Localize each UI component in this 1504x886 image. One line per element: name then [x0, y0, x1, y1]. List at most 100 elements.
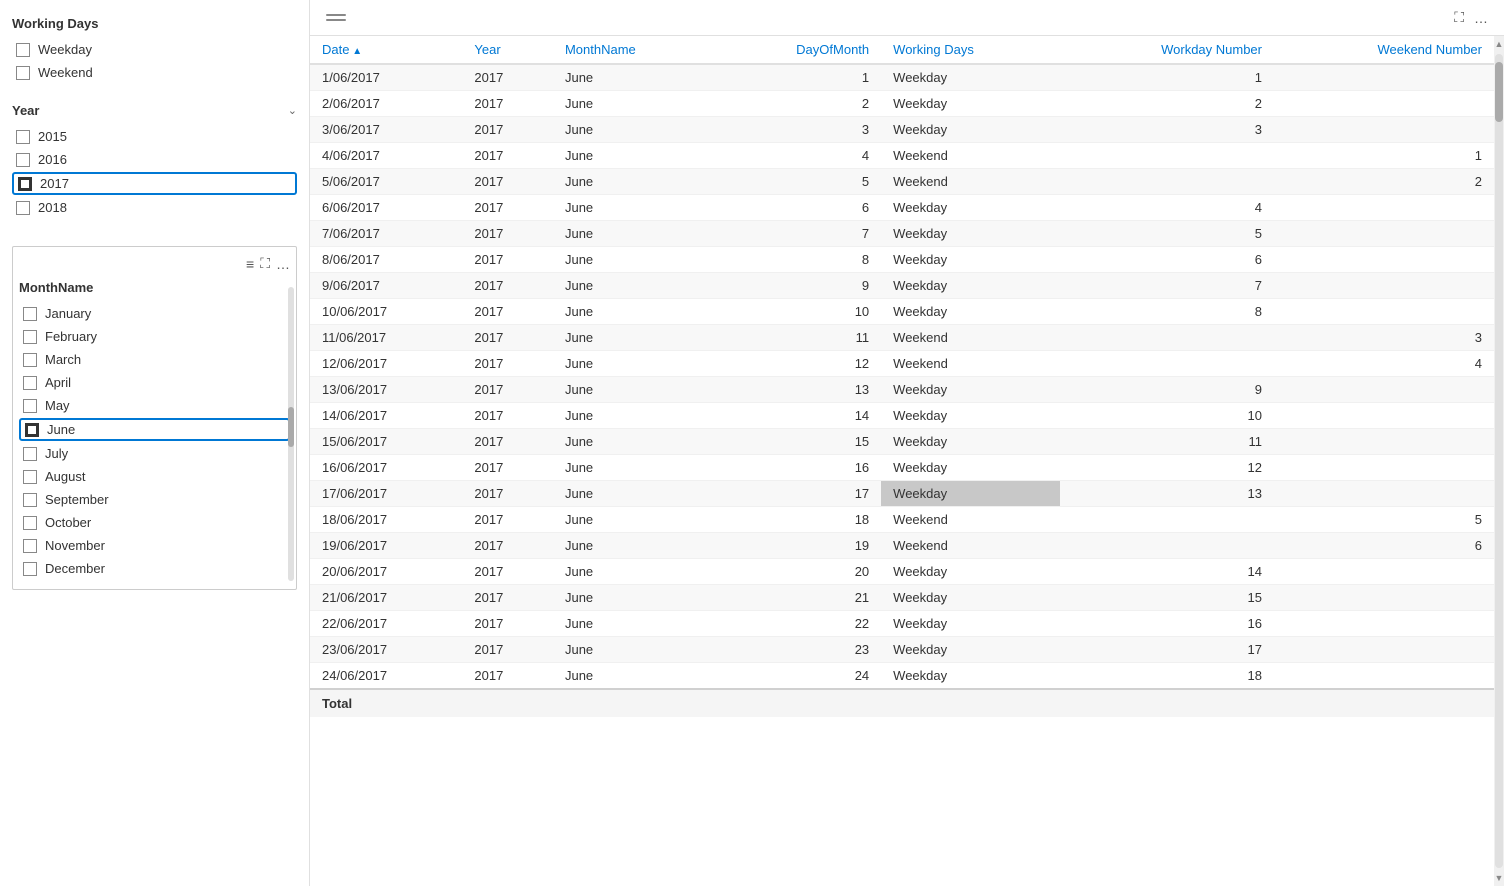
month-july-checkbox[interactable]: [23, 447, 37, 461]
cell-date: 23/06/2017: [310, 637, 462, 663]
cell-workingdays: Weekend: [881, 325, 1060, 351]
month-may-item[interactable]: May: [19, 395, 290, 416]
year-2017-item[interactable]: 2017: [12, 172, 297, 195]
cell-workdaynumber: 2: [1060, 91, 1274, 117]
cell-workingdays: Weekend: [881, 143, 1060, 169]
table-row: 20/06/20172017June20Weekday14: [310, 559, 1494, 585]
month-march-item[interactable]: March: [19, 349, 290, 370]
scrollbar-thumb[interactable]: [1495, 62, 1503, 122]
month-april-checkbox[interactable]: [23, 376, 37, 390]
table-row: 1/06/20172017June1Weekday1: [310, 64, 1494, 91]
cell-date: 6/06/2017: [310, 195, 462, 221]
month-october-checkbox[interactable]: [23, 516, 37, 530]
cell-date: 24/06/2017: [310, 663, 462, 690]
cell-workingdays: Weekday: [881, 64, 1060, 91]
month-october-item[interactable]: October: [19, 512, 290, 533]
month-september-item[interactable]: September: [19, 489, 290, 510]
month-august-item[interactable]: August: [19, 466, 290, 487]
year-2015-item[interactable]: 2015: [12, 126, 297, 147]
expand-visual-icon[interactable]: ⛶: [1454, 9, 1464, 26]
col-header-weekendnumber[interactable]: Weekend Number: [1274, 36, 1494, 64]
cell-dayofmonth: 19: [715, 533, 881, 559]
month-february-label: February: [45, 329, 97, 344]
month-april-item[interactable]: April: [19, 372, 290, 393]
year-filter-header[interactable]: Year ⌄: [12, 103, 297, 118]
month-december-checkbox[interactable]: [23, 562, 37, 576]
weekend-checkbox-item[interactable]: Weekend: [12, 62, 297, 83]
weekend-checkbox[interactable]: [16, 66, 30, 80]
month-january-checkbox[interactable]: [23, 307, 37, 321]
cell-weekendnumber: 4: [1274, 351, 1494, 377]
year-2016-item[interactable]: 2016: [12, 149, 297, 170]
scrollbar-down-button[interactable]: ▼: [1494, 870, 1504, 886]
weekday-checkbox[interactable]: [16, 43, 30, 57]
month-february-checkbox[interactable]: [23, 330, 37, 344]
cell-monthname: June: [553, 247, 715, 273]
cell-year: 2017: [462, 481, 553, 507]
month-june-item[interactable]: June: [19, 418, 290, 441]
col-header-workdaynumber[interactable]: Workday Number: [1060, 36, 1274, 64]
year-2018-item[interactable]: 2018: [12, 197, 297, 218]
cell-date: 11/06/2017: [310, 325, 462, 351]
cell-dayofmonth: 8: [715, 247, 881, 273]
table-row: 13/06/20172017June13Weekday9: [310, 377, 1494, 403]
cell-dayofmonth: 22: [715, 611, 881, 637]
year-filter: Year ⌄ 2015 2016 2017 2018: [12, 103, 297, 220]
month-november-checkbox[interactable]: [23, 539, 37, 553]
cell-dayofmonth: 16: [715, 455, 881, 481]
menu-lines-icon[interactable]: ≡: [246, 256, 254, 272]
cell-weekendnumber: 5: [1274, 507, 1494, 533]
cell-date: 9/06/2017: [310, 273, 462, 299]
cell-monthname: June: [553, 143, 715, 169]
cell-year: 2017: [462, 169, 553, 195]
main-area: Date Year MonthName DayOfMonth Working D…: [310, 36, 1504, 886]
month-panel-scrollbar-thumb[interactable]: [288, 407, 294, 447]
cell-monthname: June: [553, 455, 715, 481]
col-header-dayofmonth[interactable]: DayOfMonth: [715, 36, 881, 64]
month-august-checkbox[interactable]: [23, 470, 37, 484]
year-2018-checkbox[interactable]: [16, 201, 30, 215]
working-days-filter: Working Days Weekday Weekend: [12, 16, 297, 85]
col-header-date[interactable]: Date: [310, 36, 462, 64]
cell-year: 2017: [462, 663, 553, 690]
col-header-year[interactable]: Year: [462, 36, 553, 64]
cell-weekendnumber: [1274, 221, 1494, 247]
year-2015-checkbox[interactable]: [16, 130, 30, 144]
cell-year: 2017: [462, 64, 553, 91]
scrollbar-up-button[interactable]: ▲: [1494, 36, 1504, 52]
year-2015-label: 2015: [38, 129, 67, 144]
cell-dayofmonth: 17: [715, 481, 881, 507]
month-june-checkbox[interactable]: [25, 423, 39, 437]
month-november-item[interactable]: November: [19, 535, 290, 556]
more-options-icon[interactable]: …: [276, 256, 290, 272]
month-december-item[interactable]: December: [19, 558, 290, 579]
cell-dayofmonth: 7: [715, 221, 881, 247]
table-footer-month: [553, 689, 715, 717]
month-september-checkbox[interactable]: [23, 493, 37, 507]
cell-workingdays: Weekday: [881, 663, 1060, 690]
drag-handle[interactable]: [326, 14, 346, 21]
month-march-checkbox[interactable]: [23, 353, 37, 367]
month-may-checkbox[interactable]: [23, 399, 37, 413]
year-2016-checkbox[interactable]: [16, 153, 30, 167]
expand-icon[interactable]: ⛶: [260, 255, 270, 272]
cell-year: 2017: [462, 377, 553, 403]
main-scrollbar[interactable]: ▲ ▼: [1494, 36, 1504, 886]
month-february-item[interactable]: February: [19, 326, 290, 347]
more-options-icon[interactable]: …: [1474, 10, 1488, 26]
cell-monthname: June: [553, 481, 715, 507]
month-july-item[interactable]: July: [19, 443, 290, 464]
year-2017-checkbox[interactable]: [18, 177, 32, 191]
table-row: 2/06/20172017June2Weekday2: [310, 91, 1494, 117]
table-row: 21/06/20172017June21Weekday15: [310, 585, 1494, 611]
weekday-checkbox-item[interactable]: Weekday: [12, 39, 297, 60]
month-january-item[interactable]: January: [19, 303, 290, 324]
year-2018-label: 2018: [38, 200, 67, 215]
cell-year: 2017: [462, 455, 553, 481]
col-header-workingdays[interactable]: Working Days: [881, 36, 1060, 64]
scrollbar-track[interactable]: [1495, 54, 1503, 868]
table-wrapper[interactable]: Date Year MonthName DayOfMonth Working D…: [310, 36, 1494, 886]
col-header-monthname[interactable]: MonthName: [553, 36, 715, 64]
cell-dayofmonth: 23: [715, 637, 881, 663]
month-panel-scrollbar[interactable]: [288, 287, 294, 581]
